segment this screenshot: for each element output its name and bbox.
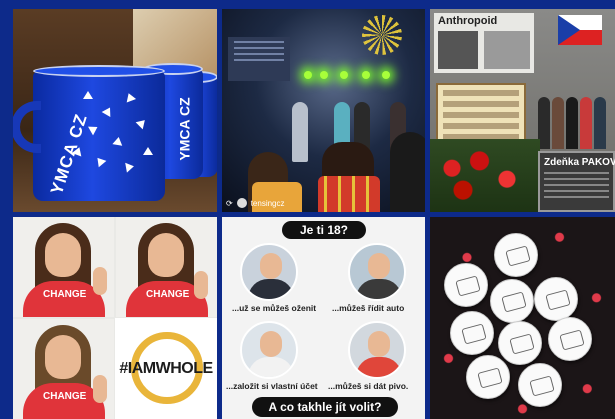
photo-tile-portraits[interactable]: CHANGE CHANGE CHANGE #IAMWHOLE (13, 217, 217, 419)
photo-tile-memorial[interactable]: Anthropoid Zdeňka PAKOV (430, 9, 615, 212)
caption: ...můžeš řídit auto (332, 303, 405, 313)
pin-badge (444, 263, 488, 307)
stage-light (340, 71, 348, 79)
pin-badge (490, 279, 534, 323)
photo-tile-stage[interactable]: ⟳ tensingcz (222, 9, 425, 212)
audience-member (390, 132, 425, 212)
pin-badge (466, 355, 510, 399)
caption: ...už se můžeš oženit (232, 303, 317, 313)
voting-footer: A co takhle jít volit? (252, 397, 398, 417)
hashtag-text: #IAMWHOLE (119, 360, 213, 377)
people-group (538, 87, 608, 149)
photo-grid: YMCA CZ YMCA CZ ⟳ tensingcz Anthropoid Z… (13, 9, 615, 419)
performer (292, 102, 308, 162)
czech-flag (558, 15, 602, 45)
stage-light (382, 71, 390, 79)
repost-icon: ⟳ (226, 198, 233, 208)
portrait-circle (348, 321, 406, 379)
caption: ...můžeš si dát pivo. (328, 381, 409, 391)
portrait-top-right: CHANGE (116, 217, 217, 317)
anthropoid-poster: Anthropoid (434, 13, 534, 73)
flowers (430, 139, 540, 212)
pin-badge (450, 311, 494, 355)
pin-badge (494, 233, 538, 277)
instagram-credit[interactable]: ⟳ tensingcz (226, 198, 285, 208)
photo-tile-voting[interactable]: Je ti 18? ...už se můžeš oženit ...můžeš… (222, 217, 425, 419)
pin-badge (534, 277, 578, 321)
stage-light (362, 71, 370, 79)
mug-brand-text: YMCA CZ (176, 97, 193, 161)
pin-badge (518, 363, 562, 407)
projection-screen (228, 37, 290, 81)
shirt-text: CHANGE (43, 289, 87, 300)
sun-decoration (362, 15, 402, 55)
avatar (236, 198, 247, 208)
portrait-circle (240, 243, 298, 301)
pin-badge (548, 317, 592, 361)
shirt-text: CHANGE (146, 289, 190, 300)
mug-brand-text: YMCA CZ (47, 111, 91, 197)
plaque-name: Zdeňka PAKOV (544, 157, 615, 168)
iamwhole-logo: #IAMWHOLE (115, 318, 217, 419)
portrait-circle (348, 243, 406, 301)
caption: ...založit si vlastní účet (226, 381, 318, 391)
audience-shirt (318, 176, 380, 212)
mug-front: YMCA CZ (13, 65, 165, 201)
poster-title: Anthropoid (438, 15, 498, 27)
stage-light (320, 71, 328, 79)
memorial-plaque: Zdeňka PAKOV (538, 151, 615, 212)
portrait-top-left: CHANGE (13, 217, 114, 317)
portrait-bottom-left: CHANGE (13, 319, 114, 419)
portrait-circle (240, 321, 298, 379)
stage-light (304, 71, 312, 79)
credit-handle: tensingcz (250, 198, 285, 208)
photo-tile-mugs[interactable]: YMCA CZ YMCA CZ (13, 9, 217, 212)
pin-badge (498, 321, 542, 365)
voting-header: Je ti 18? (282, 221, 366, 239)
shirt-text: CHANGE (43, 391, 87, 402)
photo-tile-badges[interactable] (430, 217, 615, 419)
